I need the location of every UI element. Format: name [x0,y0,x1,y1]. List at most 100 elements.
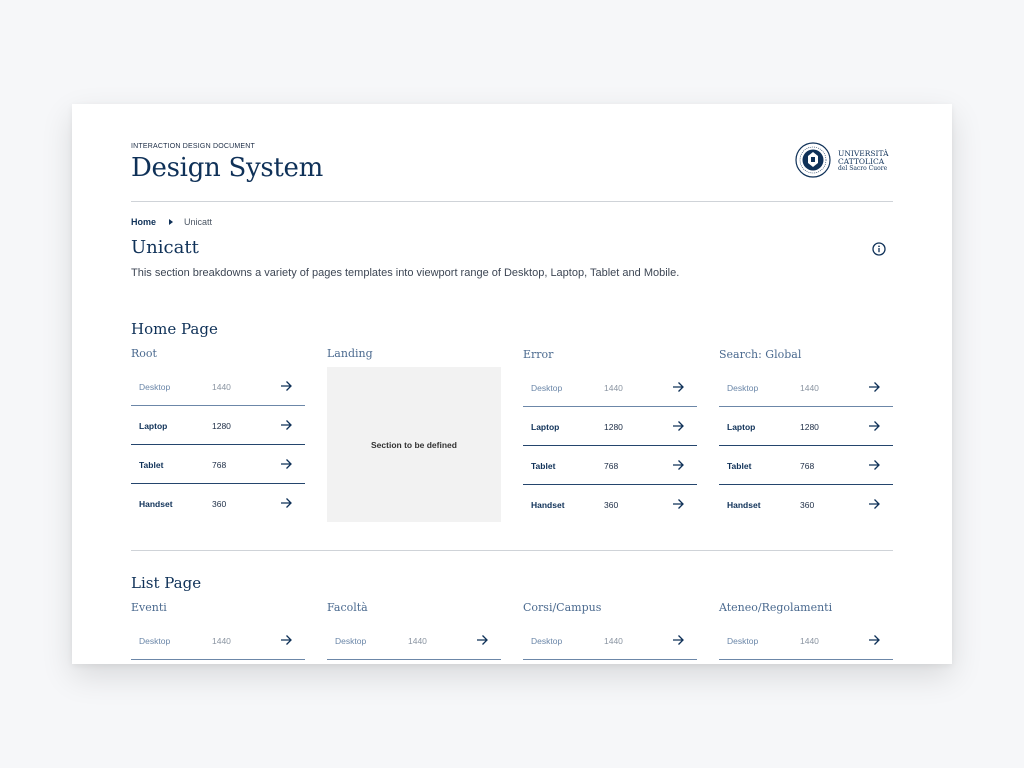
page-title: Unicatt [131,237,199,258]
column-title: Landing [327,347,373,360]
viewport-width: 1440 [408,636,427,646]
viewport-width: 768 [604,461,619,471]
arrow-right-icon[interactable] [867,419,881,433]
viewport-width: 360 [212,499,227,509]
breadcrumb: Home Unicatt [131,217,212,227]
arrow-right-icon[interactable] [671,380,685,394]
column-title: Ateneo/Regolamenti [719,601,833,614]
viewport-list: Desktop 1440 Laptop 1280 Tablet 768 Hand… [523,368,697,523]
viewport-label: Handset [727,500,761,510]
column-title: Search: Global [719,348,802,361]
viewport-row-desktop[interactable]: Desktop 1440 [131,621,305,660]
viewport-label: Tablet [139,460,164,470]
logo-line-3: del Sacro Cuore [838,165,888,172]
viewport-width: 1280 [800,422,819,432]
viewport-label: Desktop [727,636,759,646]
viewport-label: Laptop [531,422,560,432]
logo-line-2: CATTOLICA [838,156,885,166]
viewport-row-handset[interactable]: Handset 360 [131,484,305,522]
viewport-label: Desktop [335,636,367,646]
arrow-right-icon[interactable] [867,380,881,394]
viewport-width: 1280 [212,421,231,431]
arrow-right-icon[interactable] [867,633,881,647]
viewport-list: Desktop 1440 [327,621,501,660]
column-title: Corsi/Campus [523,601,602,614]
viewport-label: Handset [531,500,565,510]
section-title-home-page: Home Page [131,320,218,338]
viewport-width: 1440 [212,636,231,646]
document-card: INTERACTION DESIGN DOCUMENT Design Syste… [72,104,952,664]
placeholder-box: Section to be defined [327,367,501,522]
section-title-list-page: List Page [131,574,202,592]
caret-right-icon [169,219,174,225]
viewport-width: 1440 [212,382,231,392]
viewport-row-laptop[interactable]: Laptop 1280 [523,407,697,446]
arrow-right-icon[interactable] [279,496,293,510]
column-title: Facoltà [327,601,368,614]
viewport-width: 360 [604,500,619,510]
logo-wordmark: UNIVERSITÀ CATTOLICA del Sacro Cuore [838,150,889,173]
viewport-width: 360 [800,500,815,510]
viewport-label: Tablet [531,461,556,471]
arrow-right-icon[interactable] [671,633,685,647]
viewport-row-desktop[interactable]: Desktop 1440 [523,621,697,660]
breadcrumb-home-link[interactable]: Home [131,217,156,227]
header-divider [131,201,893,202]
arrow-right-icon[interactable] [867,458,881,472]
document-title: Design System [131,153,323,183]
arrow-right-icon[interactable] [279,418,293,432]
viewport-row-tablet[interactable]: Tablet 768 [523,446,697,485]
column-title: Error [523,348,554,361]
viewport-width: 768 [212,460,227,470]
viewport-label: Desktop [727,383,759,393]
viewport-width: 1440 [800,636,819,646]
viewport-label: Desktop [531,636,563,646]
viewport-label: Desktop [531,383,563,393]
section-divider [131,550,893,551]
viewport-row-desktop[interactable]: Desktop 1440 [327,621,501,660]
arrow-right-icon[interactable] [671,419,685,433]
viewport-row-desktop[interactable]: Desktop 1440 [719,368,893,407]
column-title: Eventi [131,601,167,614]
document-eyebrow: INTERACTION DESIGN DOCUMENT [131,143,256,150]
viewport-label: Laptop [139,421,168,431]
viewport-row-tablet[interactable]: Tablet 768 [719,446,893,485]
viewport-label: Handset [139,499,173,509]
viewport-list: Desktop 1440 Laptop 1280 Tablet 768 Hand… [131,367,305,522]
university-logo[interactable]: UNIVERSITÀ CATTOLICA del Sacro Cuore [795,142,889,178]
viewport-label: Desktop [139,636,171,646]
viewport-row-desktop[interactable]: Desktop 1440 [523,368,697,407]
arrow-right-icon[interactable] [867,497,881,511]
arrow-right-icon[interactable] [671,497,685,511]
arrow-right-icon[interactable] [475,633,489,647]
viewport-list: Desktop 1440 Laptop 1280 Tablet 768 Hand… [719,368,893,523]
page-description: This section breakdowns a variety of pag… [131,267,680,279]
arrow-right-icon[interactable] [279,457,293,471]
viewport-row-laptop[interactable]: Laptop 1280 [131,406,305,445]
viewport-row-laptop[interactable]: Laptop 1280 [719,407,893,446]
viewport-label: Desktop [139,382,171,392]
placeholder-text: Section to be defined [371,440,457,450]
breadcrumb-current: Unicatt [184,217,213,227]
viewport-width: 1440 [800,383,819,393]
viewport-width: 1280 [604,422,623,432]
viewport-list: Desktop 1440 [523,621,697,660]
viewport-row-handset[interactable]: Handset 360 [523,485,697,523]
viewport-width: 1440 [604,636,623,646]
viewport-label: Laptop [727,422,756,432]
viewport-list: Desktop 1440 [131,621,305,660]
info-circle-icon[interactable] [872,242,886,256]
viewport-row-handset[interactable]: Handset 360 [719,485,893,523]
column-title: Root [131,347,157,360]
viewport-width: 1440 [604,383,623,393]
arrow-right-icon[interactable] [279,379,293,393]
arrow-right-icon[interactable] [671,458,685,472]
viewport-row-tablet[interactable]: Tablet 768 [131,445,305,484]
viewport-list: Desktop 1440 [719,621,893,660]
viewport-row-desktop[interactable]: Desktop 1440 [719,621,893,660]
viewport-width: 768 [800,461,815,471]
university-seal-icon [795,142,831,178]
viewport-row-desktop[interactable]: Desktop 1440 [131,367,305,406]
arrow-right-icon[interactable] [279,633,293,647]
viewport-label: Tablet [727,461,752,471]
